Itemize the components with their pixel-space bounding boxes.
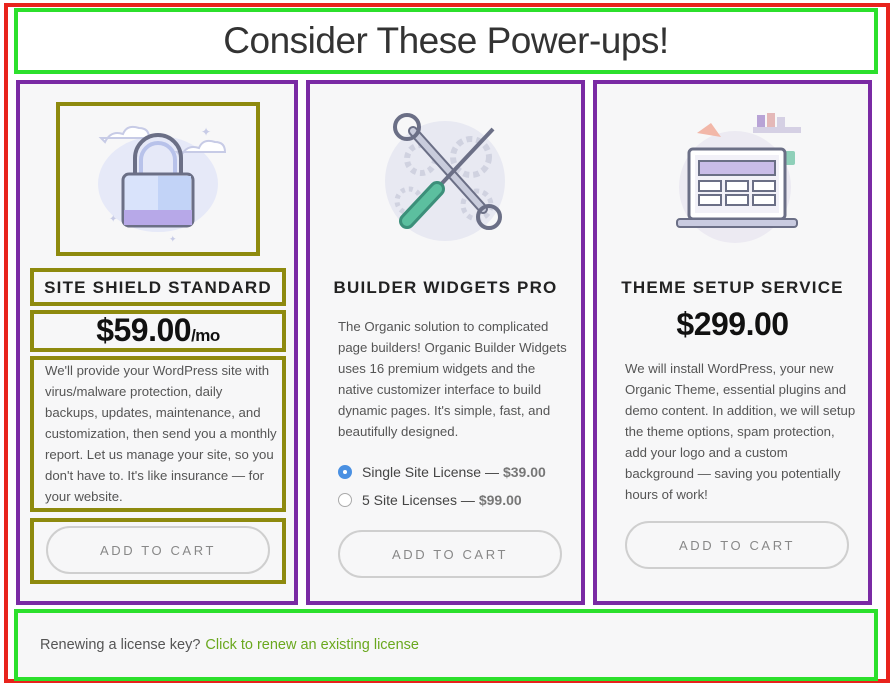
product-description: We'll provide your WordPress site with v…	[45, 363, 277, 504]
license-price: $39.00	[502, 464, 546, 480]
product-image-frame	[657, 104, 817, 254]
license-price: $99.00	[478, 492, 522, 508]
license-option-five[interactable]: 5 Site Licenses — $99.00	[338, 492, 522, 508]
footer-text: Renewing a license key?	[40, 637, 201, 653]
add-to-cart-button[interactable]: ADD TO CART	[338, 530, 562, 578]
product-image-frame: ✦ ✦ ✦	[56, 102, 260, 256]
footer-renew: Renewing a license key? Click to renew a…	[14, 609, 878, 681]
price-value: $59.00	[96, 312, 192, 348]
product-price: $59.00/mo	[34, 312, 282, 349]
padlock-icon: ✦ ✦ ✦	[98, 125, 227, 244]
svg-text:✦: ✦	[169, 235, 177, 244]
product-title: THEME SETUP SERVICE	[621, 278, 844, 297]
svg-text:✦: ✦	[201, 125, 211, 139]
page-title: Consider These Power-ups!	[223, 20, 669, 61]
product-card-builder-widgets: BUILDER WIDGETS PRO The Organic solution…	[306, 80, 585, 605]
product-card-theme-setup: THEME SETUP SERVICE $299.00 We will inst…	[593, 80, 872, 605]
product-description: The Organic solution to complicated page…	[338, 319, 567, 439]
license-label: 5 Site Licenses —	[362, 492, 475, 508]
add-to-cart-button[interactable]: ADD TO CART	[625, 521, 849, 569]
renew-license-link[interactable]: Click to renew an existing license	[205, 637, 419, 653]
license-option-single[interactable]: Single Site License — $39.00	[338, 464, 546, 480]
product-price: $299.00	[676, 306, 789, 342]
product-description-frame: We'll provide your WordPress site with v…	[30, 356, 286, 512]
tools-icon	[385, 113, 505, 241]
svg-text:✦: ✦	[109, 214, 117, 225]
radio-single-site[interactable]	[338, 465, 352, 479]
product-title: SITE SHIELD STANDARD	[44, 278, 272, 297]
product-price-frame: $59.00/mo	[30, 310, 286, 352]
add-to-cart-button[interactable]: ADD TO CART	[46, 526, 270, 574]
product-title-frame: SITE SHIELD STANDARD	[30, 268, 286, 306]
header: Consider These Power-ups!	[14, 8, 878, 74]
license-label: Single Site License —	[362, 464, 499, 480]
radio-five-sites[interactable]	[338, 493, 352, 507]
price-suffix: /mo	[191, 326, 220, 345]
add-to-cart-frame: ADD TO CART	[30, 518, 286, 584]
product-card-site-shield: ✦ ✦ ✦ SITE SHIELD STANDARD $59.00/mo We'…	[16, 80, 298, 605]
product-description: We will install WordPress, your new Orga…	[625, 361, 856, 502]
laptop-workspace-icon	[676, 113, 801, 243]
product-title: BUILDER WIDGETS PRO	[333, 278, 558, 297]
product-image-frame	[360, 104, 530, 254]
